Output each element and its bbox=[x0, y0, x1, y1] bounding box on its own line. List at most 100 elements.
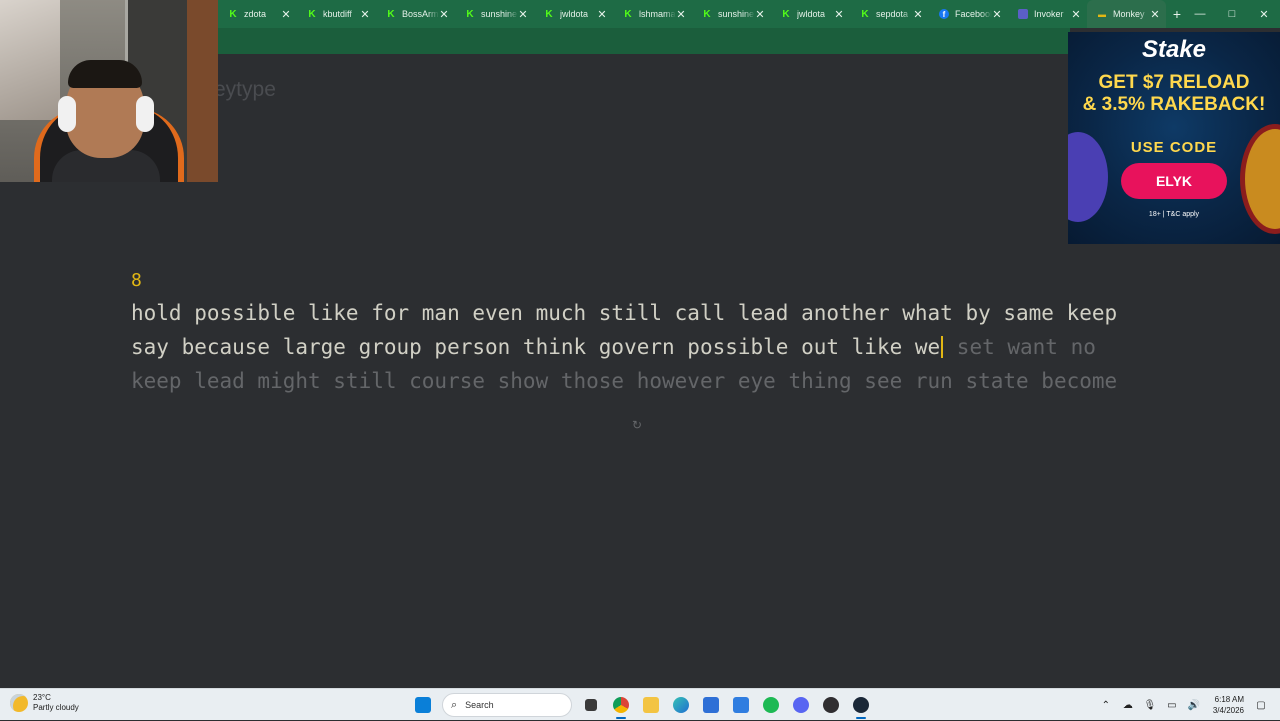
search-icon: ⌕ bbox=[451, 698, 458, 711]
restart-test-icon[interactable]: ↻ bbox=[630, 418, 644, 432]
chevron-up-icon[interactable]: ⌃ bbox=[1095, 700, 1117, 711]
browser-tab-active[interactable]: ▬ Monkey ✕ bbox=[1087, 0, 1166, 28]
tab-label: Monkey bbox=[1113, 9, 1145, 19]
browser-tab[interactable]: Kzdota ✕ bbox=[218, 0, 297, 28]
ad-brand: Stake bbox=[1141, 36, 1207, 63]
door bbox=[187, 0, 218, 182]
steam-button[interactable] bbox=[846, 690, 876, 720]
tab-close-icon[interactable]: ✕ bbox=[597, 8, 607, 21]
tab-label: sunshine bbox=[481, 9, 518, 19]
steam-icon bbox=[853, 697, 869, 713]
monkeytype-icon: ▬ bbox=[1098, 9, 1106, 19]
spotify-icon bbox=[763, 697, 779, 713]
tab-close-icon[interactable]: ✕ bbox=[676, 8, 686, 21]
weather-widget[interactable]: 23°C Partly cloudy bbox=[10, 693, 79, 713]
kick-icon: K bbox=[545, 8, 553, 20]
words-line: hold possible like for man even much sti… bbox=[131, 296, 1141, 330]
app-button[interactable] bbox=[816, 690, 846, 720]
wall-poster bbox=[0, 0, 60, 120]
weather-desc: Partly cloudy bbox=[33, 703, 79, 712]
kick-icon: K bbox=[782, 8, 790, 20]
clock-date: 3/4/2026 bbox=[1212, 706, 1244, 715]
tab-close-icon[interactable]: ✕ bbox=[281, 8, 291, 21]
edge-icon bbox=[673, 697, 689, 713]
clock[interactable]: 6:18 AM 3/4/2026 bbox=[1213, 694, 1244, 716]
spotify-button[interactable] bbox=[756, 690, 786, 720]
maximize-button[interactable]: □ bbox=[1216, 0, 1248, 28]
partly-cloudy-icon bbox=[10, 694, 28, 712]
obs-icon bbox=[823, 697, 839, 713]
folder-icon bbox=[643, 697, 659, 713]
tab-label: jwldota bbox=[560, 9, 589, 19]
tab-close-icon[interactable]: ✕ bbox=[518, 8, 528, 21]
search-label: Search bbox=[465, 700, 494, 710]
tab-close-icon[interactable]: ✕ bbox=[913, 8, 923, 21]
app-button[interactable] bbox=[726, 690, 756, 720]
chrome-button[interactable] bbox=[606, 690, 636, 720]
microphone-icon[interactable]: 🎙 bbox=[1139, 700, 1161, 711]
store-button[interactable] bbox=[696, 690, 726, 720]
kick-icon: K bbox=[229, 8, 237, 20]
tab-list: Kzdota ✕ Kkbutdiff ✕ K BossArm ✕ Ksunshine ✕ … bbox=[218, 0, 1188, 28]
ad-terms: 18+ | T&C apply bbox=[1148, 211, 1200, 218]
taskbar-search[interactable]: ⌕ Search bbox=[442, 693, 572, 717]
tab-label: BossArm bbox=[402, 9, 439, 19]
file-explorer-button[interactable] bbox=[636, 690, 666, 720]
browser-tab[interactable]: Kjwldota ✕ bbox=[771, 0, 850, 28]
tab-label: sepdota bbox=[876, 9, 909, 19]
minimize-button[interactable]: — bbox=[1184, 0, 1216, 28]
browser-tab[interactable]: K BossArm ✕ bbox=[376, 0, 455, 28]
tab-label: kbutdiff bbox=[323, 9, 352, 19]
words-line: keep lead might still course show those … bbox=[131, 364, 1141, 398]
browser-tab[interactable]: Ksunshine ✕ bbox=[455, 0, 534, 28]
speaker-icon[interactable]: 🔊 bbox=[1183, 700, 1205, 711]
site-logo-text[interactable]: eytype bbox=[214, 78, 276, 102]
tab-close-icon[interactable]: ✕ bbox=[1071, 8, 1081, 21]
windows-icon bbox=[415, 697, 431, 713]
browser-tab[interactable]: Klshmama ✕ bbox=[613, 0, 692, 28]
kick-icon: K bbox=[703, 8, 711, 20]
typing-caret bbox=[941, 336, 944, 358]
tab-label: sunshine bbox=[718, 9, 755, 19]
monitor-icon[interactable]: ▭ bbox=[1161, 700, 1183, 711]
streamer-hair bbox=[68, 60, 142, 88]
discord-button[interactable] bbox=[786, 690, 816, 720]
ad-code-button[interactable]: ELYK bbox=[1121, 163, 1227, 199]
kick-icon: K bbox=[466, 8, 474, 20]
tab-close-icon[interactable]: ✕ bbox=[992, 8, 1002, 21]
task-view-button[interactable] bbox=[576, 690, 606, 720]
browser-tab[interactable]: Kkbutdiff ✕ bbox=[297, 0, 376, 28]
browser-tab[interactable]: f Facebook ✕ bbox=[929, 0, 1008, 28]
weather-temp: 23°C bbox=[33, 693, 51, 702]
cloud-icon[interactable]: ☁ bbox=[1117, 700, 1139, 711]
browser-tab[interactable]: Ksepdota ✕ bbox=[850, 0, 929, 28]
browser-tab[interactable]: Kjwldota ✕ bbox=[534, 0, 613, 28]
untyped-words: keep lead might still course show those … bbox=[131, 369, 1118, 393]
ad-use-code-label: USE CODE bbox=[1130, 139, 1218, 156]
browser-tab[interactable]: Ksunshine ✕ bbox=[692, 0, 771, 28]
headphones-icon bbox=[58, 96, 76, 132]
notification-icon[interactable]: ▢ bbox=[1250, 700, 1272, 711]
task-view-icon bbox=[585, 699, 597, 711]
edge-button[interactable] bbox=[666, 690, 696, 720]
tab-close-icon[interactable]: ✕ bbox=[1150, 8, 1160, 21]
close-window-button[interactable]: ✕ bbox=[1248, 0, 1280, 28]
typing-test-words[interactable]: hold possible like for man even much sti… bbox=[131, 296, 1141, 398]
clock-time: 6:18 AM bbox=[1214, 695, 1244, 704]
window-controls: — □ ✕ bbox=[1184, 0, 1280, 28]
ad-headline-line: & 3.5% RAKEBACK! bbox=[1082, 94, 1266, 115]
browser-tab[interactable]: Invoker ✕ bbox=[1008, 0, 1087, 28]
tab-close-icon[interactable]: ✕ bbox=[360, 8, 370, 21]
stake-ad-banner[interactable]: Stake GET $7 RELOAD & 3.5% RAKEBACK! USE … bbox=[1068, 32, 1280, 244]
words-line: say because large group person think gov… bbox=[131, 330, 1141, 364]
tab-close-icon[interactable]: ✕ bbox=[439, 8, 449, 21]
tab-label: jwldota bbox=[797, 9, 826, 19]
tab-close-icon[interactable]: ✕ bbox=[755, 8, 765, 21]
kick-icon: K bbox=[387, 8, 395, 20]
typed-words: say because large group person think gov… bbox=[131, 335, 941, 359]
kick-icon: K bbox=[624, 8, 632, 20]
tab-close-icon[interactable]: ✕ bbox=[834, 8, 844, 21]
tab-label: zdota bbox=[244, 9, 267, 19]
kick-icon: K bbox=[861, 8, 869, 20]
start-button[interactable] bbox=[408, 690, 438, 720]
